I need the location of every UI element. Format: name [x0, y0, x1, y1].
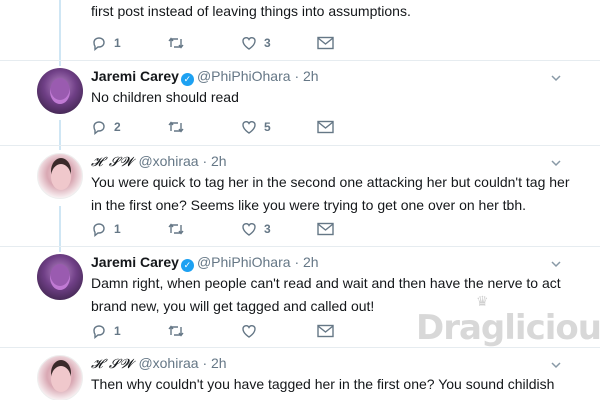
- author-name[interactable]: 𝓗 𝓢𝓦: [91, 155, 135, 170]
- envelope-icon: [317, 222, 334, 236]
- retweet-icon: [168, 325, 184, 337]
- watermark-text: Draglicious: [416, 308, 600, 348]
- dm-button[interactable]: [317, 33, 334, 53]
- author-handle[interactable]: @xohiraa: [138, 153, 198, 169]
- avatar[interactable]: [37, 254, 83, 300]
- watermark-logo: Draglicious ♛: [416, 294, 600, 348]
- heart-icon: [242, 325, 256, 338]
- tweet[interactable]: 𝓗 𝓢𝓦 @xohiraa · 2h You were quick to tag…: [0, 146, 600, 247]
- like-count: 5: [264, 120, 271, 134]
- like-button[interactable]: 3: [241, 33, 271, 53]
- like-button[interactable]: [241, 321, 264, 341]
- author-handle[interactable]: @PhiPhiOhara: [197, 68, 291, 84]
- chevron-down-icon[interactable]: [550, 358, 562, 370]
- dm-button[interactable]: [317, 321, 334, 341]
- avatar[interactable]: [37, 355, 83, 400]
- tweet-time[interactable]: · 2h: [294, 68, 318, 84]
- chevron-down-icon[interactable]: [550, 71, 562, 83]
- reply-button[interactable]: 1: [91, 219, 121, 239]
- author-name[interactable]: Jaremi Carey: [91, 68, 179, 84]
- tweet-time[interactable]: · 2h: [202, 153, 226, 169]
- tweet[interactable]: first post instead of leaving things int…: [0, 0, 600, 61]
- like-button[interactable]: 5: [241, 117, 271, 137]
- heart-icon: [242, 37, 256, 50]
- tweet-text: You were quick to tag her in the second …: [91, 174, 570, 213]
- verified-badge-icon: ✓: [180, 259, 194, 272]
- envelope-icon: [317, 120, 334, 134]
- retweet-icon: [168, 121, 184, 133]
- reply-count: 1: [114, 324, 121, 338]
- tweet-header: 𝓗 𝓢𝓦 @xohiraa · 2h: [91, 152, 227, 172]
- reply-button[interactable]: 1: [91, 321, 121, 341]
- avatar[interactable]: [37, 68, 83, 114]
- tweet-header: Jaremi Carey ✓ @PhiPhiOhara · 2h: [91, 253, 319, 272]
- reply-button[interactable]: 1: [91, 33, 121, 53]
- author-name[interactable]: 𝓗 𝓢𝓦: [91, 357, 135, 372]
- tweet-actions: 1: [91, 321, 351, 341]
- tweet-actions: 1 3: [91, 219, 351, 239]
- tweet-header: 𝓗 𝓢𝓦 @xohiraa · 2h: [91, 354, 227, 374]
- tweet-time[interactable]: · 2h: [202, 355, 226, 371]
- like-button[interactable]: 3: [241, 219, 271, 239]
- retweet-button[interactable]: [167, 33, 192, 53]
- retweet-button[interactable]: [167, 321, 192, 341]
- tweet-text: Then why couldn't you have tagged her in…: [91, 376, 555, 400]
- author-handle[interactable]: @PhiPhiOhara: [197, 254, 291, 270]
- dm-button[interactable]: [317, 117, 334, 137]
- tweet-actions: 1 3: [91, 33, 351, 53]
- retweet-icon: [168, 223, 184, 235]
- reply-count: 1: [114, 222, 121, 236]
- heart-icon: [242, 121, 256, 134]
- heart-icon: [242, 223, 256, 236]
- like-count: 3: [264, 36, 271, 50]
- author-name[interactable]: Jaremi Carey: [91, 254, 179, 270]
- tweet[interactable]: Jaremi Carey ✓ @PhiPhiOhara · 2h No childr…: [0, 61, 600, 146]
- envelope-icon: [317, 324, 334, 338]
- dm-button[interactable]: [317, 219, 334, 239]
- like-count: 3: [264, 222, 271, 236]
- reply-icon: [93, 223, 105, 237]
- verified-badge-icon: ✓: [180, 73, 194, 86]
- reply-count: 2: [114, 120, 121, 134]
- tweet-text: No children should read: [91, 89, 239, 105]
- envelope-icon: [317, 36, 334, 50]
- retweet-button[interactable]: [167, 219, 192, 239]
- tweet-time[interactable]: · 2h: [294, 254, 318, 270]
- tweet[interactable]: 𝓗 𝓢𝓦 @xohiraa · 2h Then why couldn't you…: [0, 348, 600, 400]
- reply-icon: [93, 121, 105, 135]
- tweet-actions: 2 5: [91, 117, 351, 137]
- reply-button[interactable]: 2: [91, 117, 121, 137]
- retweet-icon: [168, 37, 184, 49]
- tweet-text: first post instead of leaving things int…: [91, 3, 411, 19]
- avatar[interactable]: [37, 153, 83, 199]
- retweet-button[interactable]: [167, 117, 192, 137]
- author-handle[interactable]: @xohiraa: [138, 355, 198, 371]
- chevron-down-icon[interactable]: [550, 257, 562, 269]
- tweet-header: Jaremi Carey ✓ @PhiPhiOhara · 2h: [91, 67, 319, 86]
- reply-icon: [93, 325, 105, 339]
- reply-icon: [93, 37, 105, 51]
- chevron-down-icon[interactable]: [550, 156, 562, 168]
- crown-icon: ♛: [476, 294, 489, 310]
- reply-count: 1: [114, 36, 121, 50]
